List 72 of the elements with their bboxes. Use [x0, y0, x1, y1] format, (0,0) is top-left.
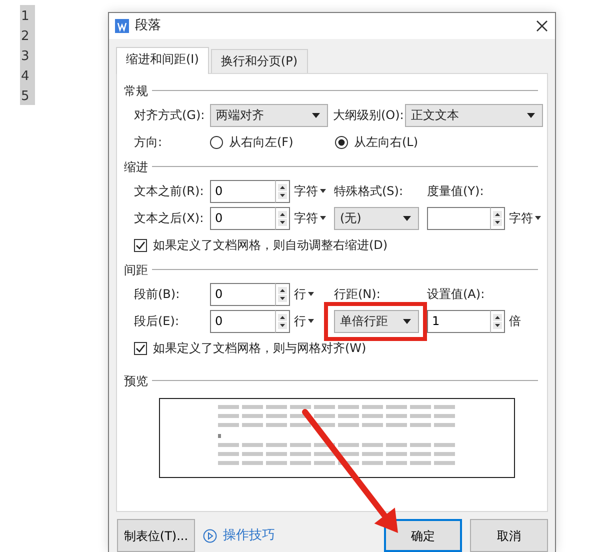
unit-dropdown[interactable]: 行 [290, 312, 334, 330]
field-label: 段后(E): [134, 313, 180, 330]
number-field[interactable] [427, 206, 490, 230]
caret-icon [527, 112, 535, 118]
spin-buttons[interactable] [490, 310, 505, 333]
dropdown[interactable]: (无) [334, 206, 419, 230]
up-down-arrows-icon [278, 210, 287, 226]
unit-dropdown[interactable]: 行 [290, 285, 334, 304]
dialog-button[interactable]: 确定 [384, 519, 462, 552]
dropdown[interactable]: 两端对齐 [210, 104, 328, 127]
section-title: 缩进 [124, 158, 148, 176]
caret-icon [403, 318, 411, 324]
field-label: 特殊格式(S): [334, 183, 404, 200]
up-down-arrows-icon [493, 210, 502, 226]
field-label: 行距(N): [334, 286, 382, 304]
radio-option[interactable]: 从右向左(F) [210, 133, 335, 152]
up-down-arrows-icon [493, 314, 502, 329]
line-number: 5 [20, 88, 30, 106]
up-down-arrows-icon [278, 286, 287, 302]
dropdown[interactable]: 正文文本 [405, 104, 543, 127]
close-button[interactable] [535, 18, 549, 33]
section-title: 间距 [124, 262, 148, 279]
field-label: 文本之后(X): [134, 210, 205, 228]
help-link[interactable]: 操作技巧 [203, 526, 275, 546]
dropdown[interactable]: 单倍行距 [334, 310, 419, 333]
tab[interactable]: 缩进和间距(I) [116, 46, 209, 74]
caret-icon [403, 216, 411, 221]
app-icon [115, 18, 129, 33]
unit-dropdown[interactable]: 字符 [505, 209, 541, 228]
checkbox[interactable]: 如果定义了文档网格，则自动调整右缩进(D) [134, 236, 388, 254]
number-field[interactable]: 0 [210, 282, 275, 306]
spin-buttons[interactable] [275, 310, 290, 333]
field-label: 大纲级别(O): [333, 107, 405, 124]
field-label: 方向: [134, 134, 164, 152]
radio-option[interactable]: 从左向右(L) [335, 133, 418, 152]
field-label: 度量值(Y): [427, 183, 485, 200]
section-title: 常规 [124, 82, 148, 100]
play-icon [203, 528, 217, 542]
tab[interactable]: 换行和分页(P) [210, 48, 308, 73]
checkbox[interactable]: 如果定义了文档网格，则与网格对齐(W) [134, 339, 366, 358]
unit-dropdown[interactable]: 字符 [290, 209, 334, 228]
spin-buttons[interactable] [490, 206, 505, 230]
number-field[interactable]: 0 [210, 206, 275, 230]
number-field[interactable]: 0 [210, 180, 275, 203]
caret-icon [308, 292, 314, 296]
number-field[interactable]: 1 [427, 310, 490, 333]
line-number: 3 [20, 48, 30, 66]
unit-label: 倍 [508, 313, 521, 330]
close-icon [535, 18, 549, 33]
field-label: 对齐方式(G): [134, 107, 206, 124]
section-title: 预览 [124, 372, 148, 390]
up-down-arrows-icon [278, 184, 287, 199]
number-field[interactable]: 0 [210, 310, 275, 333]
caret-icon [308, 319, 314, 324]
spin-buttons[interactable] [275, 180, 290, 203]
spin-buttons[interactable] [275, 282, 290, 306]
up-down-arrows-icon [278, 314, 287, 329]
caret-icon [320, 189, 326, 194]
dialog-button[interactable]: 取消 [470, 519, 548, 552]
caret-icon [312, 112, 320, 118]
spin-buttons[interactable] [275, 206, 290, 230]
field-label: 段前(B): [134, 286, 181, 304]
field-label: 设置值(A): [427, 286, 486, 304]
caret-icon [320, 216, 326, 220]
line-number: 4 [20, 68, 30, 86]
field-label: 文本之前(R): [134, 183, 205, 200]
line-number: 1 [20, 8, 30, 26]
caret-icon [535, 216, 541, 220]
window-title: 段落 [135, 17, 162, 36]
line-number: 2 [20, 28, 30, 46]
unit-dropdown[interactable]: 字符 [290, 182, 334, 200]
dialog-button[interactable]: 制表位(T)... [117, 519, 195, 552]
